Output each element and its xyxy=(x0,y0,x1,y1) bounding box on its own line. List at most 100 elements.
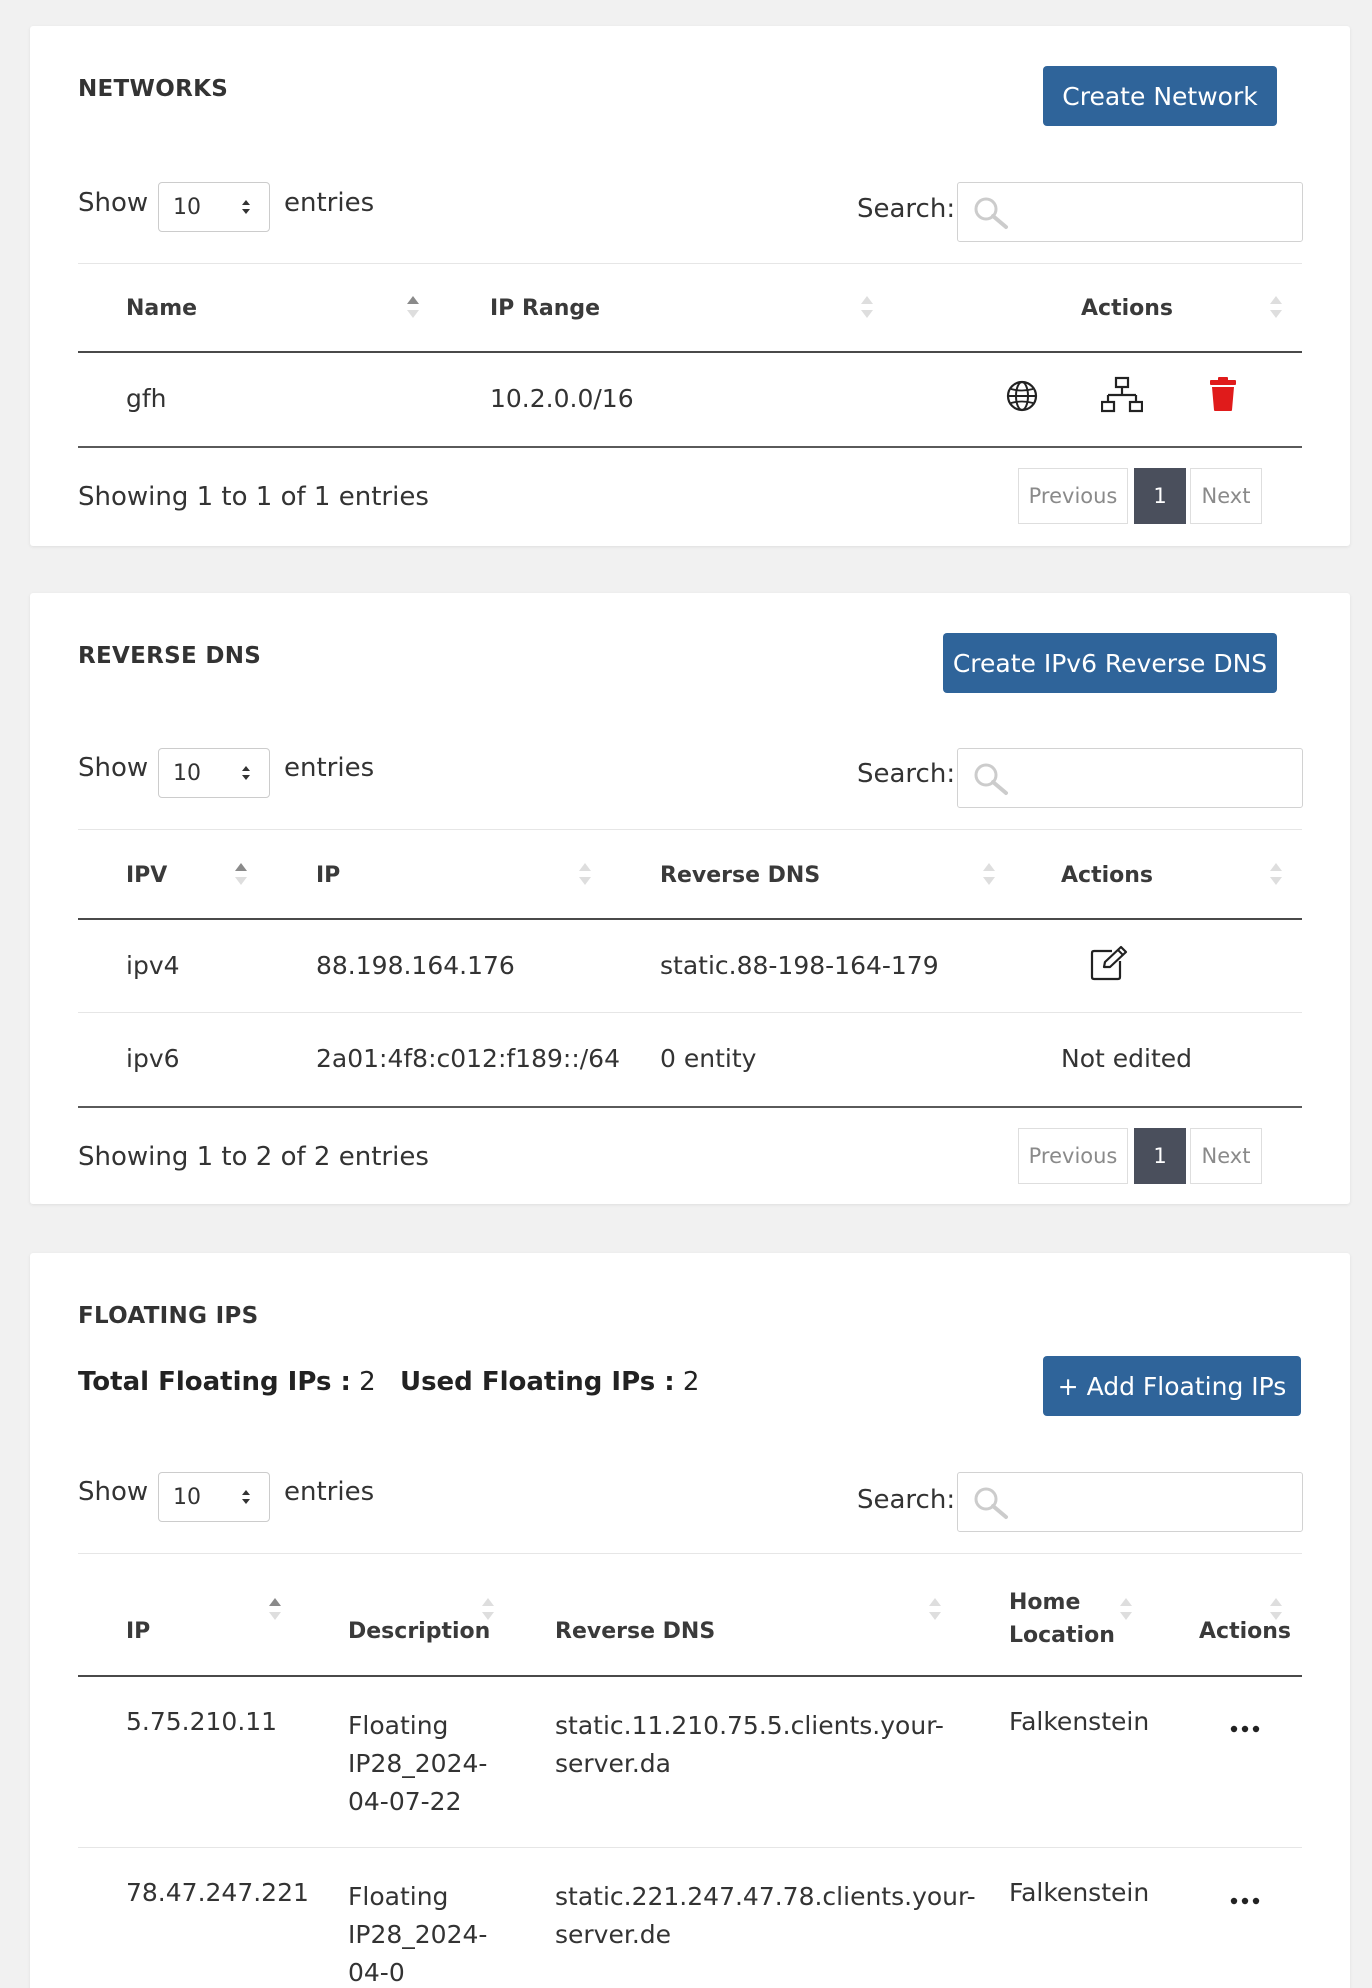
search-icon xyxy=(974,197,1008,229)
rdns-ipv: ipv6 xyxy=(126,1044,180,1073)
row-divider xyxy=(78,1847,1302,1848)
table-top-border xyxy=(78,1553,1302,1554)
rdns-value: 0 entity xyxy=(660,1044,757,1073)
search-input[interactable] xyxy=(957,182,1303,242)
more-icon[interactable] xyxy=(1228,1893,1262,1909)
col-ipv[interactable]: IPV xyxy=(126,863,167,888)
search-input[interactable] xyxy=(957,1472,1303,1532)
entries-select[interactable]: 10 xyxy=(158,748,270,798)
floating-location: Falkenstein xyxy=(1009,1707,1150,1736)
reverse-dns-card: REVERSE DNS Create IPv6 Reverse DNS Show… xyxy=(30,593,1350,1204)
description-line: IP28_2024- xyxy=(348,1749,488,1778)
entries-select[interactable]: 10 xyxy=(158,1472,270,1522)
table-bottom-border xyxy=(78,1106,1302,1108)
show-label: Show xyxy=(78,753,149,783)
show-label: Show xyxy=(78,1477,149,1507)
sort-icon[interactable] xyxy=(481,1596,495,1622)
network-icon[interactable] xyxy=(1101,376,1143,414)
col-ip[interactable]: IP xyxy=(126,1619,150,1644)
sort-icon[interactable] xyxy=(1269,294,1283,320)
entries-value: 10 xyxy=(173,760,201,786)
create-ipv6-rdns-button[interactable]: Create IPv6 Reverse DNS xyxy=(943,633,1277,693)
col-actions[interactable]: Actions xyxy=(1061,863,1153,888)
previous-button[interactable]: Previous xyxy=(1018,1128,1128,1184)
pagination: Previous 1 Next xyxy=(1018,468,1262,524)
entries-value: 10 xyxy=(173,1484,201,1510)
rdns-line: server.de xyxy=(555,1920,672,1949)
rdns-line: static.11.210.75.5.clients.your- xyxy=(555,1711,944,1740)
add-floating-ips-button[interactable]: + Add Floating IPs xyxy=(1043,1356,1301,1416)
search-label: Search: xyxy=(857,194,956,224)
next-button[interactable]: Next xyxy=(1190,1128,1262,1184)
description-line: Floating xyxy=(348,1711,449,1740)
sort-asc-icon[interactable] xyxy=(268,1596,282,1622)
globe-icon[interactable] xyxy=(1004,378,1040,414)
select-arrows-icon xyxy=(242,200,250,214)
show-label: Show xyxy=(78,188,149,218)
search-icon xyxy=(974,763,1008,795)
col-description[interactable]: Description xyxy=(348,1619,490,1644)
rdns-ip: 2a01:4f8:c012:f189::/64 xyxy=(316,1044,620,1073)
rdns-action-text: Not edited xyxy=(1061,1044,1192,1073)
network-name: gfh xyxy=(126,384,167,413)
sort-icon[interactable] xyxy=(928,1596,942,1622)
table-info: Showing 1 to 2 of 2 entries xyxy=(78,1142,429,1172)
previous-button[interactable]: Previous xyxy=(1018,468,1128,524)
sort-icon[interactable] xyxy=(578,861,592,887)
more-icon[interactable] xyxy=(1228,1721,1262,1737)
create-network-button[interactable]: Create Network xyxy=(1043,66,1277,126)
entries-value: 10 xyxy=(173,194,201,220)
col-actions[interactable]: Actions xyxy=(1199,1619,1291,1644)
floating-reverse-dns: static.11.210.75.5.clients.your- server.… xyxy=(555,1707,944,1783)
col-ip-range[interactable]: IP Range xyxy=(490,296,600,321)
sort-asc-icon[interactable] xyxy=(234,861,248,887)
row-divider xyxy=(78,1012,1302,1013)
col-name[interactable]: Name xyxy=(126,296,197,321)
trash-icon[interactable] xyxy=(1208,376,1238,412)
description-line: Floating xyxy=(348,1882,449,1911)
rdns-ip: 88.198.164.176 xyxy=(316,951,515,980)
sort-asc-icon[interactable] xyxy=(406,294,420,320)
description-line: 04-07-22 xyxy=(348,1787,462,1816)
col-actions[interactable]: Actions xyxy=(1081,296,1173,321)
sort-icon[interactable] xyxy=(860,294,874,320)
sort-icon[interactable] xyxy=(1119,1596,1133,1622)
table-bottom-border xyxy=(78,446,1302,448)
search-input[interactable] xyxy=(957,748,1303,808)
table-header-border xyxy=(78,351,1302,353)
rdns-line: static.221.247.47.78.clients.your- xyxy=(555,1882,976,1911)
description-line: 04-0 xyxy=(348,1958,405,1987)
total-value: 2 xyxy=(359,1367,376,1397)
description-line: IP28_2024- xyxy=(348,1920,488,1949)
sort-icon[interactable] xyxy=(1269,1596,1283,1622)
sort-icon[interactable] xyxy=(1269,861,1283,887)
table-info: Showing 1 to 1 of 1 entries xyxy=(78,482,429,512)
entries-select[interactable]: 10 xyxy=(158,182,270,232)
reverse-dns-title: REVERSE DNS xyxy=(78,643,262,669)
entries-label: entries xyxy=(284,753,375,783)
edit-icon[interactable] xyxy=(1090,945,1128,981)
page-1-button[interactable]: 1 xyxy=(1134,468,1186,524)
col-home-line2: Location xyxy=(1009,1623,1115,1648)
floating-ip: 5.75.210.11 xyxy=(126,1707,278,1736)
floating-description: Floating IP28_2024- 04-07-22 xyxy=(348,1707,487,1821)
table-top-border xyxy=(78,829,1302,830)
search-label: Search: xyxy=(857,759,956,789)
entries-label: entries xyxy=(284,188,375,218)
page-1-button[interactable]: 1 xyxy=(1134,1128,1186,1184)
floating-ip: 78.47.247.221 xyxy=(126,1878,309,1907)
floating-location: Falkenstein xyxy=(1009,1878,1150,1907)
col-home-location[interactable]: Home Location xyxy=(1009,1586,1115,1652)
col-reverse-dns[interactable]: Reverse DNS xyxy=(660,863,820,888)
networks-title: NETWORKS xyxy=(78,76,229,102)
sort-icon[interactable] xyxy=(982,861,996,887)
col-ip[interactable]: IP xyxy=(316,863,340,888)
total-label: Total Floating IPs : xyxy=(78,1367,351,1397)
col-reverse-dns[interactable]: Reverse DNS xyxy=(555,1619,715,1644)
used-value: 2 xyxy=(682,1367,700,1397)
entries-label: entries xyxy=(284,1477,375,1507)
pagination: Previous 1 Next xyxy=(1018,1128,1262,1184)
next-button[interactable]: Next xyxy=(1190,468,1262,524)
used-label: Used Floating IPs : xyxy=(399,1367,675,1397)
rdns-ipv: ipv4 xyxy=(126,951,180,980)
